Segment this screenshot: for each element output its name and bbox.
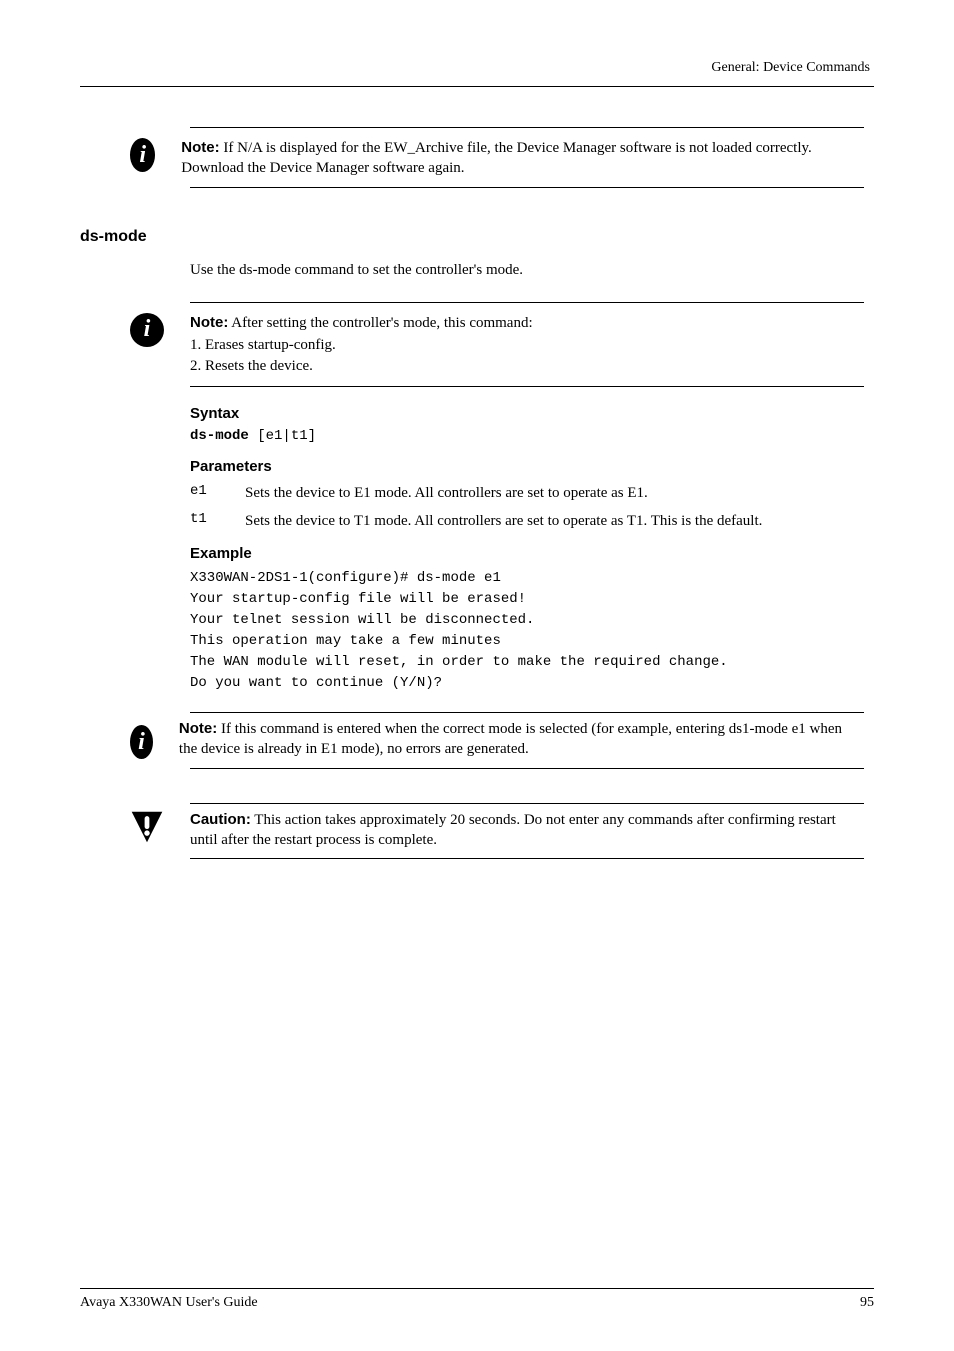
info-icon: i: [130, 138, 155, 172]
note2-body: After setting the controller's mode, thi…: [228, 315, 532, 331]
caution-top-rule: [190, 803, 864, 804]
footer-left: Avaya X330WAN User's Guide: [80, 1295, 258, 1311]
syntax-code-bold: ds-mode: [190, 428, 249, 444]
note3-text: Note: If this command is entered when th…: [179, 719, 864, 760]
caution-bottom-rule: [190, 858, 864, 859]
syntax-head: Syntax: [190, 405, 864, 422]
param-row-e1: e1 Sets the device to E1 mode. All contr…: [190, 483, 864, 503]
note1-row: i Note: If N/A is displayed for the EW_A…: [130, 138, 864, 179]
note2-bottom-rule: [190, 386, 864, 387]
note2-li2: 2. Resets the device.: [190, 356, 533, 376]
param-row-t1: t1 Sets the device to T1 mode. All contr…: [190, 511, 864, 531]
note3-row: i Note: If this command is entered when …: [130, 719, 864, 760]
example-code: X330WAN-2DS1-1(configure)# ds-mode e1 Yo…: [190, 568, 864, 694]
syntax-code: ds-mode [e1|t1]: [190, 428, 864, 444]
caution-body: This action takes approximately 20 secon…: [190, 812, 836, 848]
note1-body: If N/A is displayed for the EW_Archive f…: [181, 140, 811, 176]
param-val-t1: Sets the device to T1 mode. All controll…: [245, 511, 762, 531]
caution-text: Caution: This action takes approximately…: [190, 810, 864, 851]
note3-top-rule: [190, 712, 864, 713]
note2-label: Note:: [190, 314, 228, 331]
parameters-head: Parameters: [190, 458, 864, 475]
note2-top-rule: [190, 302, 864, 303]
note2-row: i Note: After setting the controller's m…: [130, 313, 864, 378]
section-intro: Use the ds-mode command to set the contr…: [190, 260, 864, 280]
example-head: Example: [190, 545, 864, 562]
caution-row: Caution: This action takes approximately…: [130, 810, 864, 851]
caution-icon: [130, 810, 164, 844]
param-val-e1: Sets the device to E1 mode. All controll…: [245, 483, 648, 503]
note3-body: If this command is entered when the corr…: [179, 721, 842, 757]
note3-label: Note:: [179, 720, 217, 737]
section-title-dsmode: ds-mode: [80, 228, 874, 246]
note2-text: Note: After setting the controller's mod…: [190, 313, 533, 378]
page-footer: Avaya X330WAN User's Guide 95: [80, 1288, 874, 1311]
info-icon: i: [130, 725, 153, 759]
info-icon: i: [130, 313, 164, 347]
footer-page-number: 95: [860, 1295, 874, 1311]
note1-text: Note: If N/A is displayed for the EW_Arc…: [181, 138, 864, 179]
note1-bottom-rule: [190, 187, 864, 188]
param-key-t1: t1: [190, 511, 245, 531]
note2-li1: 1. Erases startup-config.: [190, 335, 533, 355]
note1-label: Note:: [181, 139, 219, 156]
syntax-code-rest: [e1|t1]: [249, 428, 316, 444]
caution-label: Caution:: [190, 811, 251, 828]
note1-top-rule: [190, 127, 864, 128]
header-divider: [80, 86, 874, 87]
footer-divider: [80, 1288, 874, 1289]
note3-bottom-rule: [190, 768, 864, 769]
param-key-e1: e1: [190, 483, 245, 503]
header-breadcrumb: General: Device Commands: [80, 60, 874, 76]
